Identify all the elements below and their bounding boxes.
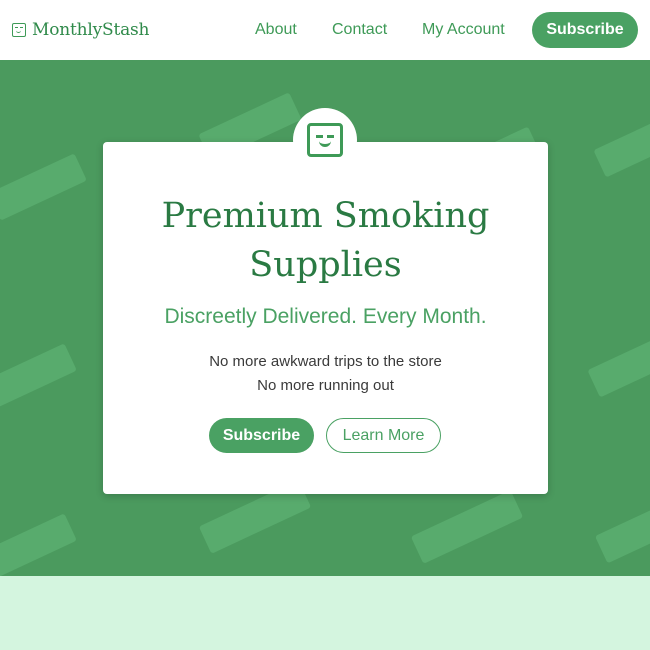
hero-subtitle: Discreetly Delivered. Every Month.: [164, 305, 487, 328]
learn-more-button[interactable]: Learn More: [326, 418, 441, 453]
background-stripe: [587, 336, 650, 398]
nav-my-account-link[interactable]: My Account: [422, 20, 505, 40]
logo-text: MonthlyStash: [32, 20, 150, 40]
hero-benefit-text: No more awkward trips to the store: [209, 353, 442, 370]
smiley-box-icon: [12, 23, 26, 37]
background-stripe: [0, 343, 77, 411]
nav-contact-link[interactable]: Contact: [332, 20, 387, 40]
hero-title: Premium Smoking Supplies: [103, 192, 548, 290]
site-header: MonthlyStash About Contact My Account Su…: [0, 0, 650, 60]
hero-subscribe-button[interactable]: Subscribe: [209, 418, 314, 453]
background-stripe: [593, 116, 650, 178]
background-stripe: [410, 490, 524, 564]
logo[interactable]: MonthlyStash: [12, 18, 150, 42]
background-stripe: [0, 513, 77, 576]
background-stripe: [594, 506, 650, 564]
next-section-band: [0, 576, 650, 650]
nav-about-link[interactable]: About: [255, 20, 297, 40]
hero-benefit-text: No more running out: [257, 377, 394, 394]
hero-title-line: Supplies: [249, 245, 402, 285]
background-stripe: [0, 153, 87, 221]
smiley-box-icon: [307, 123, 343, 157]
hero-title-line: Premium Smoking: [161, 196, 490, 236]
header-subscribe-button[interactable]: Subscribe: [532, 12, 638, 48]
